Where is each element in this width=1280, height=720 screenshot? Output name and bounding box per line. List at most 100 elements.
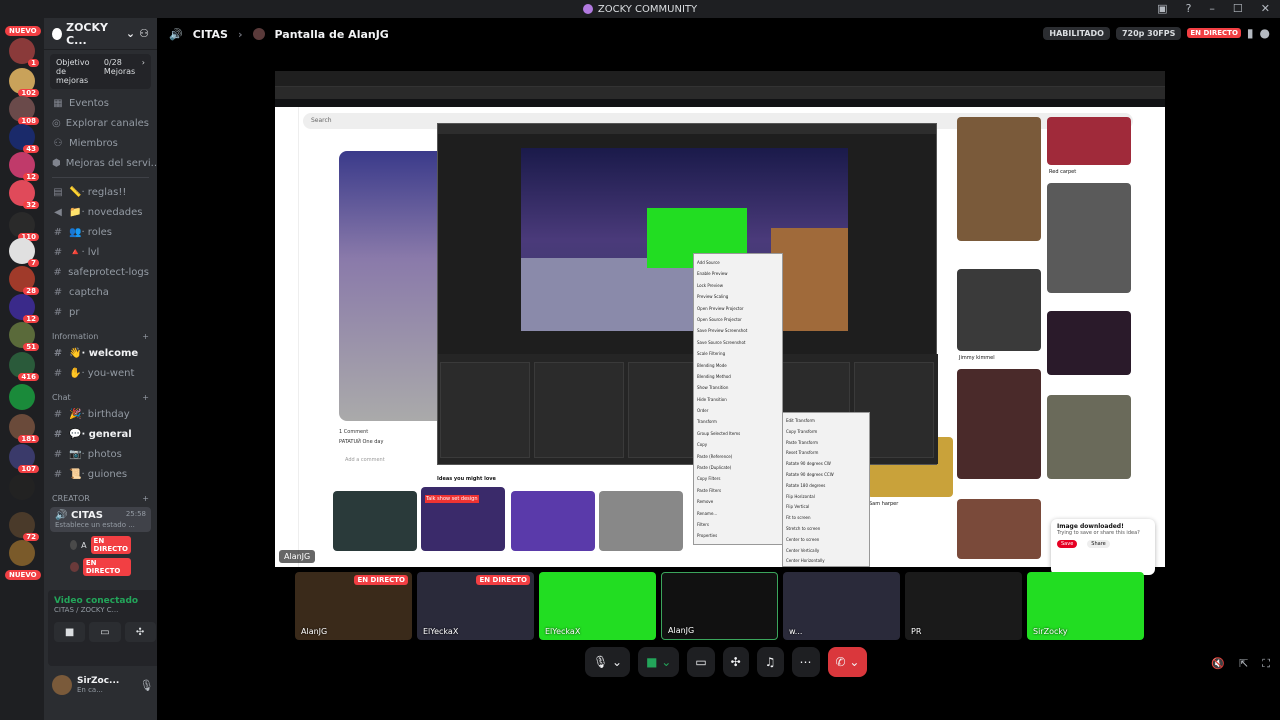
- obs-transform-item[interactable]: Rotate 90 degrees CW: [786, 459, 866, 470]
- minimize-icon[interactable]: –: [1209, 2, 1215, 15]
- participant-tile[interactable]: AlanJG EN DIRECTO: [295, 572, 412, 640]
- participant-tile[interactable]: PR: [905, 572, 1022, 640]
- boost-goal[interactable]: Objetivo de mejoras 0/28 Mejoras ›: [50, 54, 151, 89]
- voice-user-name[interactable]: A: [81, 541, 86, 550]
- activities-button[interactable]: ✣: [722, 647, 749, 677]
- obs-transform-item[interactable]: Stretch to screen: [786, 524, 866, 535]
- obs-menu-item[interactable]: Show Transition: [697, 382, 779, 393]
- help-icon[interactable]: ?: [1186, 2, 1192, 15]
- server-icon[interactable]: [9, 540, 35, 566]
- channel-item[interactable]: # pr: [44, 302, 157, 322]
- voice-channel-citas[interactable]: 🔊 CITAS 25:58 Establece un estado ...: [50, 507, 151, 532]
- category-creator[interactable]: CREATOR +: [44, 484, 157, 505]
- microphone-button[interactable]: 🎙 ⌄: [585, 647, 631, 677]
- obs-menu-item[interactable]: Open Source Projector: [697, 314, 779, 325]
- microphone-icon[interactable]: 🎙: [139, 679, 153, 692]
- obs-transform-item[interactable]: Flip Horizontal: [786, 492, 866, 503]
- sidebar-nav-item[interactable]: ⬢ Mejoras del servi...: [44, 153, 157, 173]
- share-button[interactable]: Share: [1087, 540, 1110, 548]
- obs-menu-item[interactable]: Blending Method: [697, 371, 779, 382]
- channel-item[interactable]: # ✋· you-went: [44, 363, 157, 383]
- channel-item[interactable]: # 👋· welcome: [44, 343, 157, 363]
- participant-tile[interactable]: w...: [783, 572, 900, 640]
- channel-item[interactable]: # 🎉· birthday: [44, 404, 157, 424]
- obs-menu-item[interactable]: Enable Preview: [697, 268, 779, 279]
- obs-menu-item[interactable]: Properties: [697, 530, 779, 541]
- obs-transform-item[interactable]: Paste Transform: [786, 438, 866, 449]
- channel-item[interactable]: # captcha: [44, 282, 157, 302]
- obs-transform-item[interactable]: Center Horizontally: [786, 556, 866, 567]
- server-icon[interactable]: 32: [9, 180, 39, 209]
- sidebar-nav-item[interactable]: ⚇ Miembros: [44, 133, 157, 153]
- invite-icon[interactable]: ⚇: [139, 27, 149, 40]
- chat-icon[interactable]: ●: [1260, 26, 1270, 40]
- volume-mute-icon[interactable]: 🔇: [1211, 657, 1225, 671]
- camera-button[interactable]: ■: [54, 622, 86, 642]
- server-icon[interactable]: 28: [9, 266, 39, 295]
- participant-tile[interactable]: AlanJG: [661, 572, 778, 640]
- server-icon[interactable]: 108: [9, 96, 39, 125]
- participant-tile[interactable]: ElYeckaX: [539, 572, 656, 640]
- obs-menu-item[interactable]: Group Selected Items: [697, 428, 779, 439]
- obs-transform-item[interactable]: Rotate 90 degrees CCW: [786, 470, 866, 481]
- server-icon[interactable]: 43: [9, 124, 39, 153]
- obs-transform-item[interactable]: Copy Transform: [786, 427, 866, 438]
- obs-menu-item[interactable]: Preview Scaling: [697, 291, 779, 302]
- guild-header[interactable]: ZOCKY C... ⌄ ⚇: [44, 18, 157, 50]
- sidebar-nav-item[interactable]: ◎ Explorar canales: [44, 113, 157, 133]
- obs-menu-item[interactable]: Order: [697, 405, 779, 416]
- server-icon[interactable]: 51: [9, 322, 39, 351]
- participant-tile[interactable]: ElYeckaX EN DIRECTO: [417, 572, 534, 640]
- soundboard-button[interactable]: ♫: [756, 647, 784, 677]
- obs-transform-item[interactable]: Center to screen: [786, 535, 866, 546]
- obs-menu-item[interactable]: Transform: [697, 416, 779, 427]
- sidebar-nav-item[interactable]: ▦ Eventos: [44, 93, 157, 113]
- camera-button[interactable]: ■ ⌄: [638, 647, 680, 677]
- obs-menu-item[interactable]: Remove: [697, 496, 779, 507]
- server-icon[interactable]: 7: [9, 238, 39, 267]
- server-icon[interactable]: 72: [9, 512, 39, 541]
- server-icon[interactable]: 107: [9, 444, 39, 473]
- obs-transform-item[interactable]: Center Vertically: [786, 546, 866, 557]
- close-icon[interactable]: ✕: [1261, 2, 1270, 15]
- obs-transform-item[interactable]: Fit to screen: [786, 513, 866, 524]
- obs-transform-item[interactable]: Reset Transform: [786, 448, 866, 459]
- server-icon[interactable]: 110: [9, 212, 39, 241]
- enabled-badge[interactable]: HABILITADO: [1043, 26, 1110, 40]
- participant-tile[interactable]: SirZocky: [1027, 572, 1144, 640]
- obs-menu-item[interactable]: Open Preview Projector: [697, 303, 779, 314]
- screen-share-button[interactable]: ▭: [687, 647, 715, 677]
- channel-item[interactable]: ▤ 📏· reglas!!: [44, 182, 157, 202]
- obs-menu-item[interactable]: Add Source: [697, 257, 779, 268]
- channel-item[interactable]: # 💬· general: [44, 424, 157, 444]
- obs-menu-item[interactable]: Rename...: [697, 508, 779, 519]
- activities-button[interactable]: ✣: [124, 622, 156, 642]
- channel-item[interactable]: # 📜· guiones: [44, 464, 157, 484]
- obs-menu-item[interactable]: Save Preview Screenshot: [697, 325, 779, 336]
- category-information[interactable]: Information +: [44, 322, 157, 343]
- obs-menu-item[interactable]: Blending Mode: [697, 360, 779, 371]
- save-button[interactable]: Save: [1057, 540, 1078, 548]
- server-icon[interactable]: 12: [9, 152, 39, 181]
- obs-transform-item[interactable]: Rotate 180 degrees: [786, 481, 866, 492]
- leave-call-button[interactable]: ✆ ⌄: [827, 647, 868, 677]
- server-icon[interactable]: 416: [9, 352, 39, 381]
- shared-screen[interactable]: Search 1 Comment PATATUЙ One day Add a c…: [275, 71, 1165, 575]
- obs-menu-item[interactable]: Scale Filtering: [697, 348, 779, 359]
- more-button[interactable]: ⋯: [791, 647, 820, 677]
- server-icon[interactable]: 181: [9, 414, 39, 443]
- maximize-icon[interactable]: ☐: [1233, 2, 1243, 15]
- obs-menu-item[interactable]: Save Source Screenshot: [697, 337, 779, 348]
- obs-menu-item[interactable]: Copy Filters: [697, 473, 779, 484]
- obs-menu-item[interactable]: Lock Preview: [697, 280, 779, 291]
- inbox-icon[interactable]: ▣: [1157, 2, 1167, 15]
- server-icon[interactable]: 1: [9, 38, 39, 67]
- fullscreen-icon[interactable]: ⛶: [1262, 657, 1270, 671]
- obs-transform-item[interactable]: Edit Transform: [786, 416, 866, 427]
- category-chat[interactable]: Chat +: [44, 383, 157, 404]
- obs-menu-item[interactable]: Hide Transition: [697, 394, 779, 405]
- obs-menu-item[interactable]: Paste Filters: [697, 485, 779, 496]
- server-icon[interactable]: [9, 474, 35, 500]
- channel-item[interactable]: # 🔺· lvl: [44, 242, 157, 262]
- server-icon[interactable]: [9, 384, 35, 410]
